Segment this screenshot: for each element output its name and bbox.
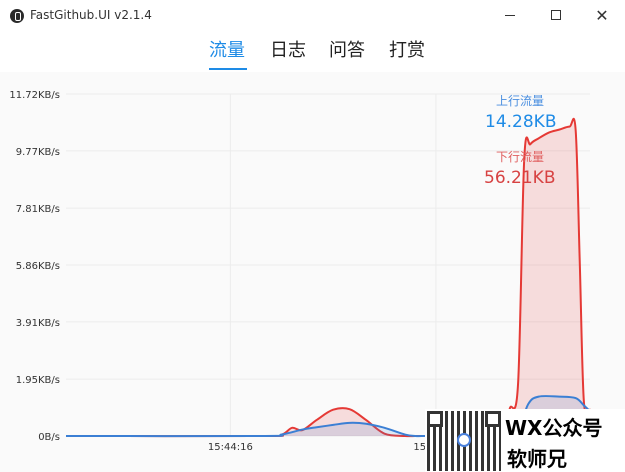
tab-bar: 流量 日志 问答 打赏 bbox=[0, 36, 625, 70]
window-title: FastGithub.UI v2.1.4 bbox=[30, 8, 152, 22]
y-tick-label: 5.86KB/s bbox=[16, 261, 60, 272]
y-tick-label: 9.77KB/s bbox=[16, 147, 60, 158]
maximize-button[interactable] bbox=[533, 0, 579, 32]
upload-legend-label: 上行流量 bbox=[496, 94, 545, 108]
qr-logo-icon bbox=[457, 433, 471, 447]
active-tab-indicator bbox=[209, 68, 247, 70]
download-total-value: 56.21KB bbox=[484, 168, 556, 188]
y-tick-label: 3.91KB/s bbox=[16, 318, 60, 329]
watermark-line1: WX公众号 bbox=[505, 416, 603, 440]
x-tick-label: 15:44:16 bbox=[208, 442, 253, 453]
minimize-button[interactable] bbox=[487, 0, 533, 32]
tab-donate-label: 打赏 bbox=[389, 40, 425, 61]
series-area bbox=[66, 118, 590, 437]
watermark-line2: 软师兄 bbox=[507, 447, 567, 471]
title-bar: FastGithub.UI v2.1.4 ✕ bbox=[0, 0, 625, 32]
tab-donate[interactable]: 打赏 bbox=[389, 36, 427, 70]
app-logo-icon bbox=[10, 9, 24, 23]
tab-traffic-label: 流量 bbox=[209, 40, 245, 61]
tab-faq-label: 问答 bbox=[329, 40, 365, 61]
tab-logs[interactable]: 日志 bbox=[270, 36, 308, 70]
tab-traffic[interactable]: 流量 bbox=[209, 36, 247, 70]
y-tick-label: 7.81KB/s bbox=[16, 204, 60, 215]
close-icon: ✕ bbox=[595, 6, 609, 25]
series-line bbox=[65, 117, 591, 438]
y-tick-label: 11.72KB/s bbox=[9, 90, 60, 101]
y-tick-label: 0B/s bbox=[38, 432, 60, 443]
wechat-watermark: WX公众号 软师兄 bbox=[425, 409, 625, 472]
tab-logs-label: 日志 bbox=[270, 40, 306, 61]
download-legend-label: 下行流量 bbox=[496, 150, 545, 164]
close-button[interactable]: ✕ bbox=[579, 0, 625, 32]
minimize-icon bbox=[505, 15, 515, 16]
y-tick-label: 1.95KB/s bbox=[16, 375, 60, 386]
upload-total-value: 14.28KB bbox=[485, 112, 557, 132]
qr-code-icon bbox=[427, 411, 501, 471]
maximize-icon bbox=[551, 10, 561, 20]
tab-faq[interactable]: 问答 bbox=[329, 36, 367, 70]
